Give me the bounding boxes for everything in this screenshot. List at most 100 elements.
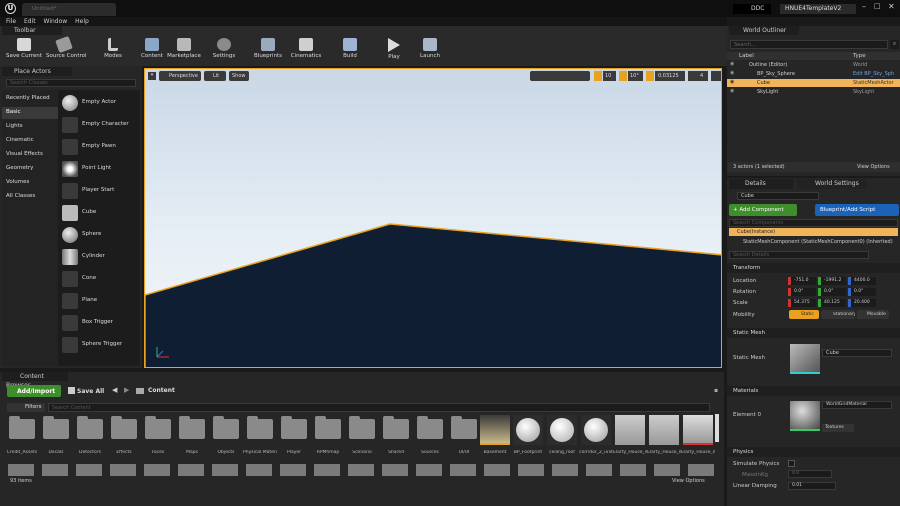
close-icon[interactable]: ✕ [888,2,895,11]
folder-tile[interactable] [9,416,35,439]
content-search-input[interactable]: Search Content [48,403,710,412]
material-thumbnail[interactable] [790,401,820,431]
component-instance-row[interactable]: Cube(Instance) [729,228,898,236]
menu-file[interactable]: File [6,18,16,25]
search-components-input[interactable]: Search Components [729,219,898,227]
outliner-search-input[interactable]: Search... [730,40,888,49]
content-button[interactable]: Content [134,38,170,64]
save-all-button[interactable]: Save All [66,385,106,397]
location-z-field[interactable]: 4400.0 [848,277,876,285]
toolbar-tab[interactable]: Toolbar [2,26,62,35]
category-recently-placed[interactable]: Recently Placed [6,95,50,101]
perspective-button[interactable]: Perspective [159,71,201,81]
save-current-button[interactable]: Save Current [6,38,42,64]
folder-tile[interactable] [247,416,273,439]
actor-sphere-trigger[interactable]: Sphere Trigger [60,335,138,355]
details-tab[interactable]: Details [729,179,793,189]
world-outliner-tab[interactable]: World Outliner [729,26,799,35]
outliner-search-icon[interactable]: ⌕ [890,40,899,49]
back-arrow-icon[interactable]: ◀ [112,386,117,394]
search-classes-input[interactable]: Search Classes [6,79,136,87]
lock-icon[interactable]: ▪ [714,387,718,394]
category-lights[interactable]: Lights [6,123,23,129]
outliner-row[interactable]: ◉ SkyLight SkyLight [727,88,900,96]
asset-tile[interactable] [615,415,645,445]
category-basic[interactable]: Basic [6,109,21,115]
folder-tile[interactable] [145,416,171,439]
visibility-eye-icon[interactable]: ◉ [730,88,734,94]
actor-empty-pawn[interactable]: Empty Pawn [60,137,138,157]
rotation-x-field[interactable]: 0.0° [788,288,816,296]
materials-section-header[interactable]: Materials [727,386,900,396]
grid-snap-toggle[interactable] [594,71,602,81]
mobility-movable-button[interactable]: Movable [857,310,889,319]
lit-button[interactable]: Lit [204,71,226,81]
category-volumes[interactable]: Volumes [6,179,29,185]
actor-empty-character[interactable]: Empty Character [60,115,138,135]
grid-snap-value[interactable]: 10 [603,71,616,81]
folder-tile[interactable] [417,416,443,439]
scale-x-field[interactable]: 54.375 [788,299,816,307]
content-browser-tab[interactable]: Content Browser [2,372,68,389]
static-mesh-thumbnail[interactable] [790,344,820,374]
asset-tile[interactable] [649,415,679,445]
minimize-icon[interactable]: – [862,2,866,11]
scale-snap-toggle[interactable] [646,71,654,81]
blueprint-add-script-button[interactable]: Blueprint/Add Script [815,204,899,216]
asset-tile[interactable] [547,415,577,445]
actor-player-start[interactable]: Player Start [60,181,138,201]
actor-cone[interactable]: Cone [60,269,138,289]
scale-snap-value[interactable]: 0.03125 [655,71,685,81]
actor-cylinder[interactable]: Cylinder [60,247,138,267]
transform-tools[interactable] [530,71,590,81]
add-import-button[interactable]: Add/Import [7,385,61,397]
outliner-row-selected[interactable]: ◉ Cube StaticMeshActor [727,79,900,87]
menu-window[interactable]: Window [44,18,68,25]
category-all-classes[interactable]: All Classes [6,193,35,199]
mobility-stationary-button[interactable]: Stationary [821,310,855,319]
menu-edit[interactable]: Edit [24,18,36,25]
folder-tile[interactable] [213,416,239,439]
actor-empty-actor[interactable]: Empty Actor [60,93,138,113]
static-mesh-section-header[interactable]: Static Mesh [727,328,900,338]
rotation-snap-value[interactable]: 10° [628,71,643,81]
folder-tile[interactable] [315,416,341,439]
viewport-options-icon[interactable]: ▾ [148,72,156,80]
actor-name-field[interactable]: Cube [737,192,819,200]
marketplace-button[interactable]: Marketplace [166,38,202,64]
folder-tile[interactable] [77,416,103,439]
build-button[interactable]: Build [332,38,368,64]
play-button[interactable]: Play [376,38,412,64]
visibility-eye-icon[interactable]: ◉ [730,70,734,76]
rotation-y-field[interactable]: 0.0° [818,288,846,296]
outliner-view-options[interactable]: View Options [857,164,890,170]
source-control-button[interactable]: Source Control [46,35,87,64]
launch-button[interactable]: Launch [412,38,448,64]
rotation-z-field[interactable]: 0.0° [848,288,876,296]
settings-button[interactable]: Settings [206,38,242,64]
folder-tile[interactable] [111,416,137,439]
search-details-input[interactable]: Search Details [729,251,869,259]
asset-tile[interactable] [513,415,543,445]
scale-y-field[interactable]: 40.125 [818,299,846,307]
category-cinematic[interactable]: Cinematic [6,137,34,143]
asset-tile[interactable] [581,415,611,445]
scale-z-field[interactable]: 20.400 [848,299,876,307]
maximize-icon[interactable]: □ [874,2,881,10]
content-scrollbar[interactable] [715,414,719,442]
folder-tile[interactable] [43,416,69,439]
actor-box-trigger[interactable]: Box Trigger [60,313,138,333]
folder-tile[interactable] [451,416,477,439]
outliner-row[interactable]: ◉ BP_Sky_Sphere Edit BP_Sky_Sph [727,70,900,78]
location-y-field[interactable]: -1991.2 [818,277,846,285]
path-breadcrumb[interactable]: Content [148,387,175,394]
linear-damping-field[interactable]: 0.01 [788,482,836,490]
rotation-snap-toggle[interactable] [619,71,627,81]
simulate-physics-checkbox[interactable] [788,460,795,467]
folder-tile[interactable] [349,416,375,439]
actor-cube[interactable]: Cube [60,203,138,223]
content-view-options[interactable]: View Options [672,478,705,484]
visibility-eye-icon[interactable]: ◉ [730,61,734,67]
textures-dropdown[interactable]: Textures [822,424,854,432]
asset-tile[interactable] [480,415,510,445]
